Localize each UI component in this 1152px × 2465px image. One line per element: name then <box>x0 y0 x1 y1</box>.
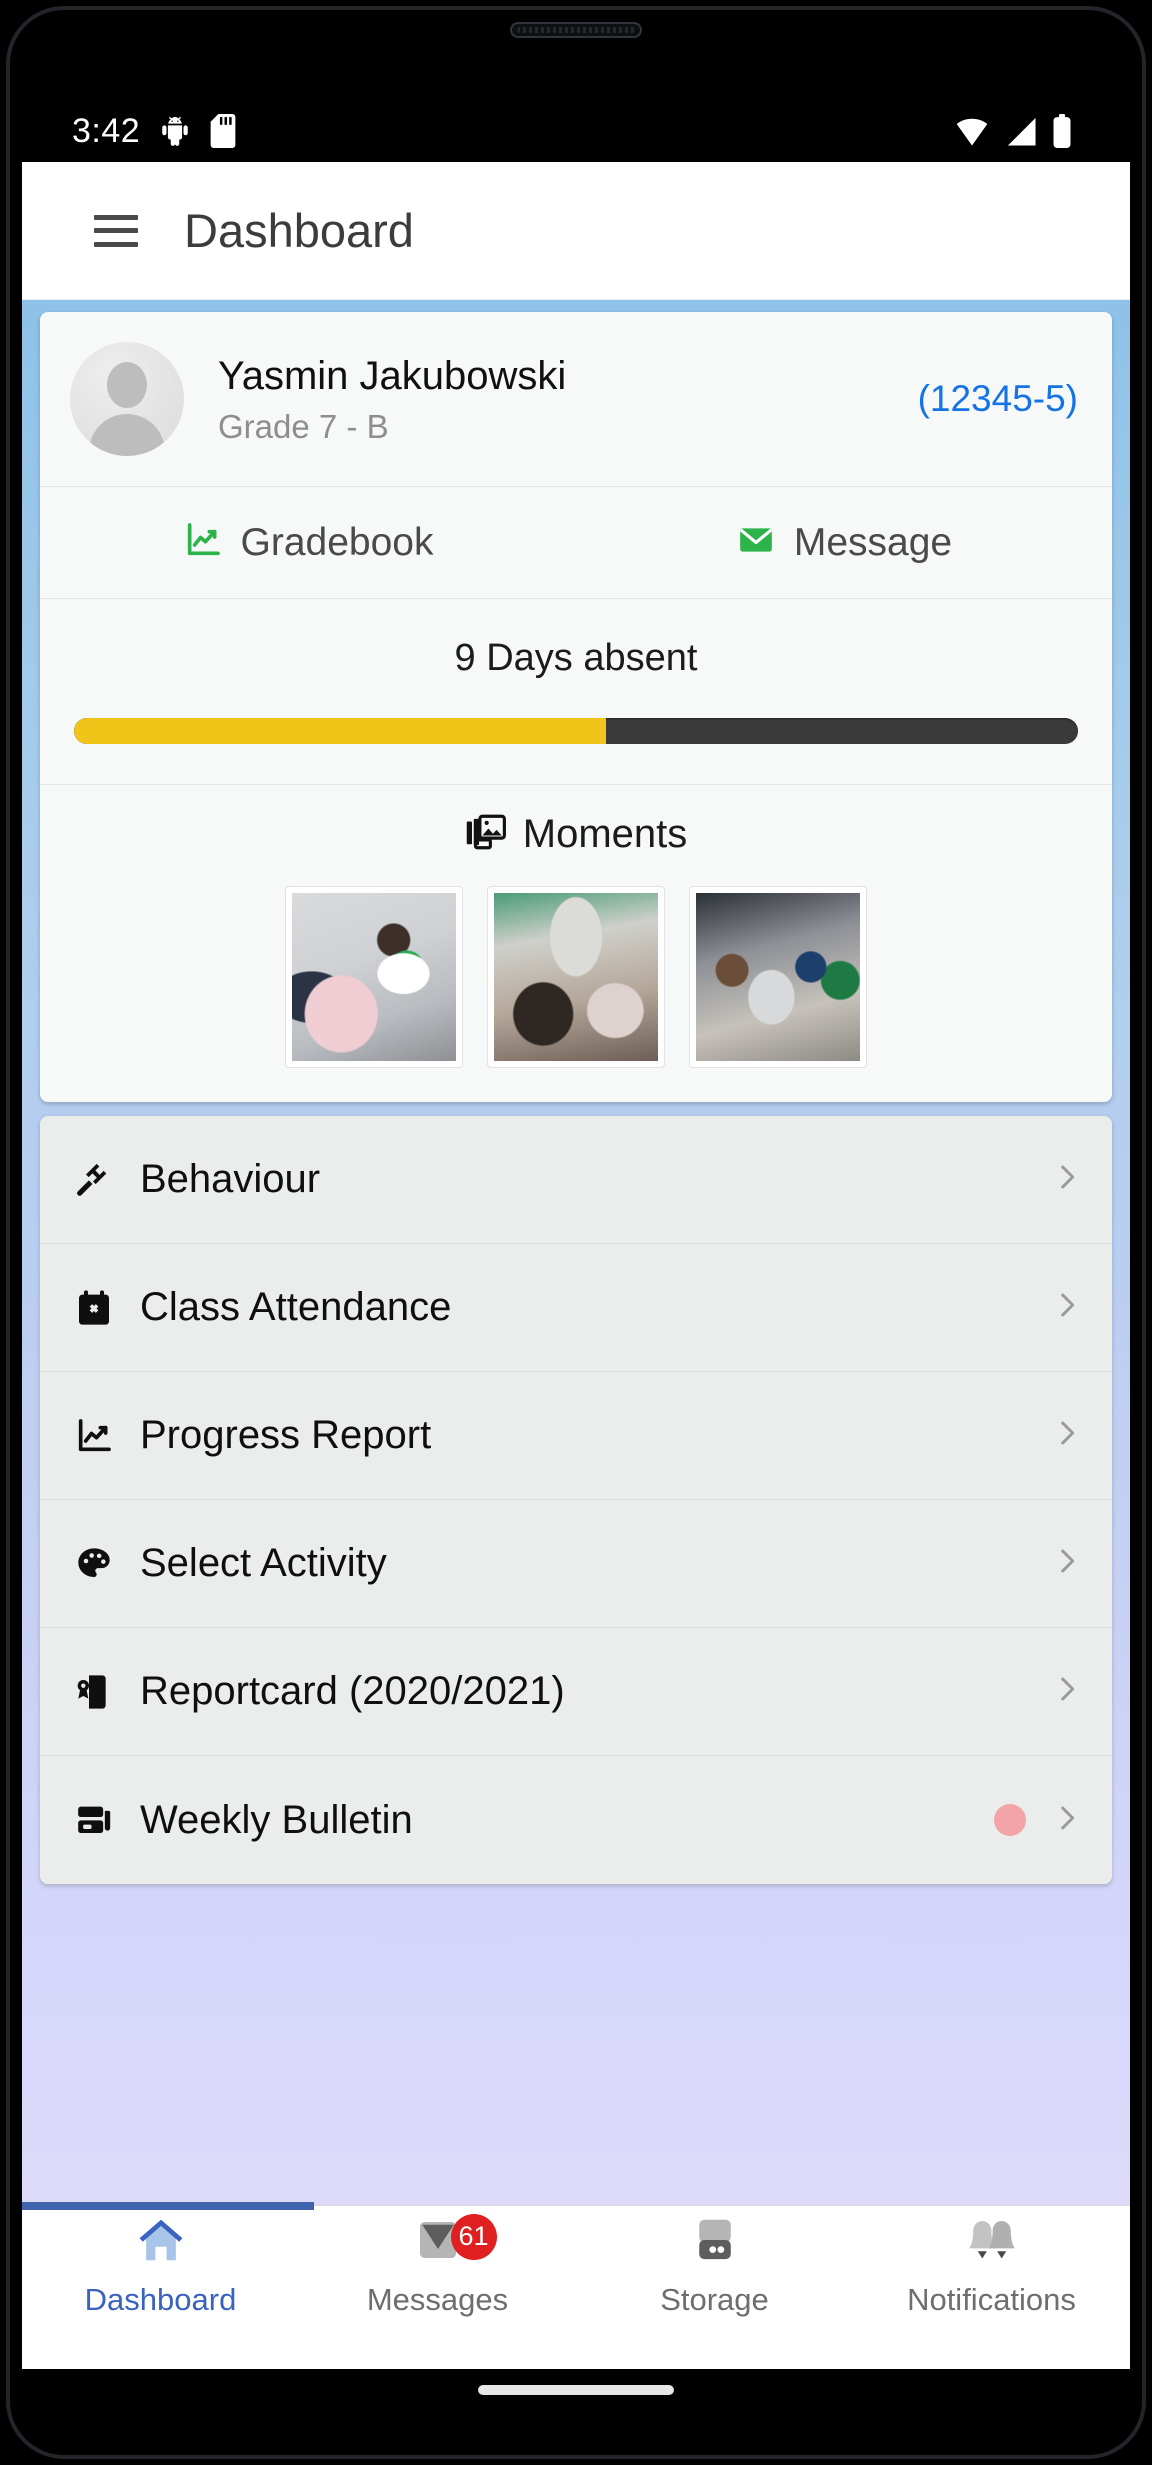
dashboard-scroll-area: Yasmin Jakubowski Grade 7 - B (12345-5) <box>22 300 1130 2205</box>
chevron-right-icon <box>1050 1672 1084 1711</box>
newspaper-icon <box>70 1800 118 1840</box>
app-bar: Dashboard <box>22 162 1130 300</box>
attendance-progress-fill <box>74 718 607 744</box>
gradebook-label: Gradebook <box>240 520 434 564</box>
envelope-icon <box>736 520 776 565</box>
system-navigation-area <box>22 2327 1130 2369</box>
nav-tab-label: Dashboard <box>84 2281 237 2317</box>
storage-drive-icon <box>688 2213 742 2272</box>
nav-tab-storage[interactable]: Storage <box>576 2206 853 2327</box>
gradebook-button[interactable]: Gradebook <box>40 487 576 598</box>
nav-tab-dashboard[interactable]: Dashboard <box>22 2206 299 2327</box>
chevron-right-icon <box>1050 1160 1084 1199</box>
message-button[interactable]: Message <box>576 487 1112 598</box>
menu-item-label: Weekly Bulletin <box>140 1797 413 1842</box>
gesture-home-indicator[interactable] <box>478 2385 674 2395</box>
avatar <box>70 342 184 456</box>
menu-item-class-attendance[interactable]: Class Attendance <box>40 1244 1112 1372</box>
menu-item-progress-report[interactable]: Progress Report <box>40 1372 1112 1500</box>
android-debug-icon <box>158 114 192 148</box>
chevron-right-icon <box>1050 1288 1084 1327</box>
menu-item-label: Reportcard (2020/2021) <box>140 1669 565 1713</box>
sd-card-icon <box>210 114 236 148</box>
message-label: Message <box>793 520 953 564</box>
page-title: Dashboard <box>184 204 414 257</box>
palette-icon <box>70 1544 118 1584</box>
earpiece-speaker <box>510 22 642 38</box>
student-grade: Grade 7 - B <box>218 407 389 445</box>
menu-item-behaviour[interactable]: Behaviour <box>40 1116 1112 1244</box>
chart-line-icon <box>70 1416 118 1456</box>
status-badge <box>994 1804 1026 1836</box>
messages-badge: 61 <box>450 2213 497 2260</box>
moments-thumbnails <box>40 886 1112 1068</box>
student-name: Yasmin Jakubowski <box>218 353 567 398</box>
menu-item-reportcard[interactable]: Reportcard (2020/2021) <box>40 1628 1112 1756</box>
chevron-right-icon <box>1050 1801 1084 1840</box>
dashboard-menu-list: Behaviour Class Attendance Progress Repo… <box>40 1116 1112 1884</box>
attendance-progress-bar <box>74 718 1078 744</box>
wifi-icon <box>954 115 990 147</box>
nav-tab-label: Notifications <box>907 2281 1076 2317</box>
menu-item-select-activity[interactable]: Select Activity <box>40 1500 1112 1628</box>
bottom-navigation-bar: Dashboard 61 Messages Storage Notificati… <box>22 2202 1130 2327</box>
status-bar-clock: 3:42 <box>72 111 141 150</box>
calendar-x-icon <box>70 1288 118 1328</box>
photo-library-icon <box>465 811 507 858</box>
app-window: Dashboard Yasmin Jakubowski Grade 7 - B … <box>22 162 1130 2327</box>
menu-item-label: Class Attendance <box>140 1285 452 1329</box>
certificate-document-icon <box>70 1672 118 1712</box>
menu-item-label: Select Activity <box>140 1541 387 1585</box>
moments-section: Moments <box>40 785 1112 1102</box>
menu-item-label: Behaviour <box>140 1157 321 1201</box>
student-profile-row[interactable]: Yasmin Jakubowski Grade 7 - B (12345-5) <box>40 312 1112 486</box>
battery-icon <box>1052 114 1072 148</box>
student-id[interactable]: (12345-5) <box>918 378 1078 420</box>
home-icon <box>134 2213 188 2272</box>
nav-tab-messages[interactable]: 61 Messages <box>299 2206 576 2327</box>
phone-device-frame: 3:42 Dashboard Yasmin Jakubowski Grade 7… <box>0 0 1152 2465</box>
attendance-section: 9 Days absent <box>40 599 1112 784</box>
moment-thumbnail[interactable] <box>285 886 463 1068</box>
nav-tab-label: Storage <box>660 2281 769 2317</box>
chevron-right-icon <box>1050 1544 1084 1583</box>
hamburger-menu-icon[interactable] <box>94 214 138 247</box>
gavel-icon <box>70 1160 118 1200</box>
menu-item-label: Progress Report <box>140 1413 432 1457</box>
nav-tab-label: Messages <box>366 2281 509 2317</box>
status-bar: 3:42 <box>0 100 1152 162</box>
chart-line-icon <box>183 520 223 565</box>
signal-icon <box>1004 115 1038 147</box>
moment-thumbnail[interactable] <box>487 886 665 1068</box>
chevron-right-icon <box>1050 1416 1084 1455</box>
menu-item-weekly-bulletin[interactable]: Weekly Bulletin <box>40 1756 1112 1884</box>
moments-title: Moments <box>522 812 688 856</box>
student-summary-card: Yasmin Jakubowski Grade 7 - B (12345-5) <box>40 312 1112 1102</box>
bells-icon <box>964 2213 1020 2272</box>
days-absent-label: 9 Days absent <box>454 637 698 679</box>
moment-thumbnail[interactable] <box>689 886 867 1068</box>
nav-tab-notifications[interactable]: Notifications <box>853 2206 1130 2327</box>
quick-actions-row: Gradebook Message <box>40 487 1112 598</box>
